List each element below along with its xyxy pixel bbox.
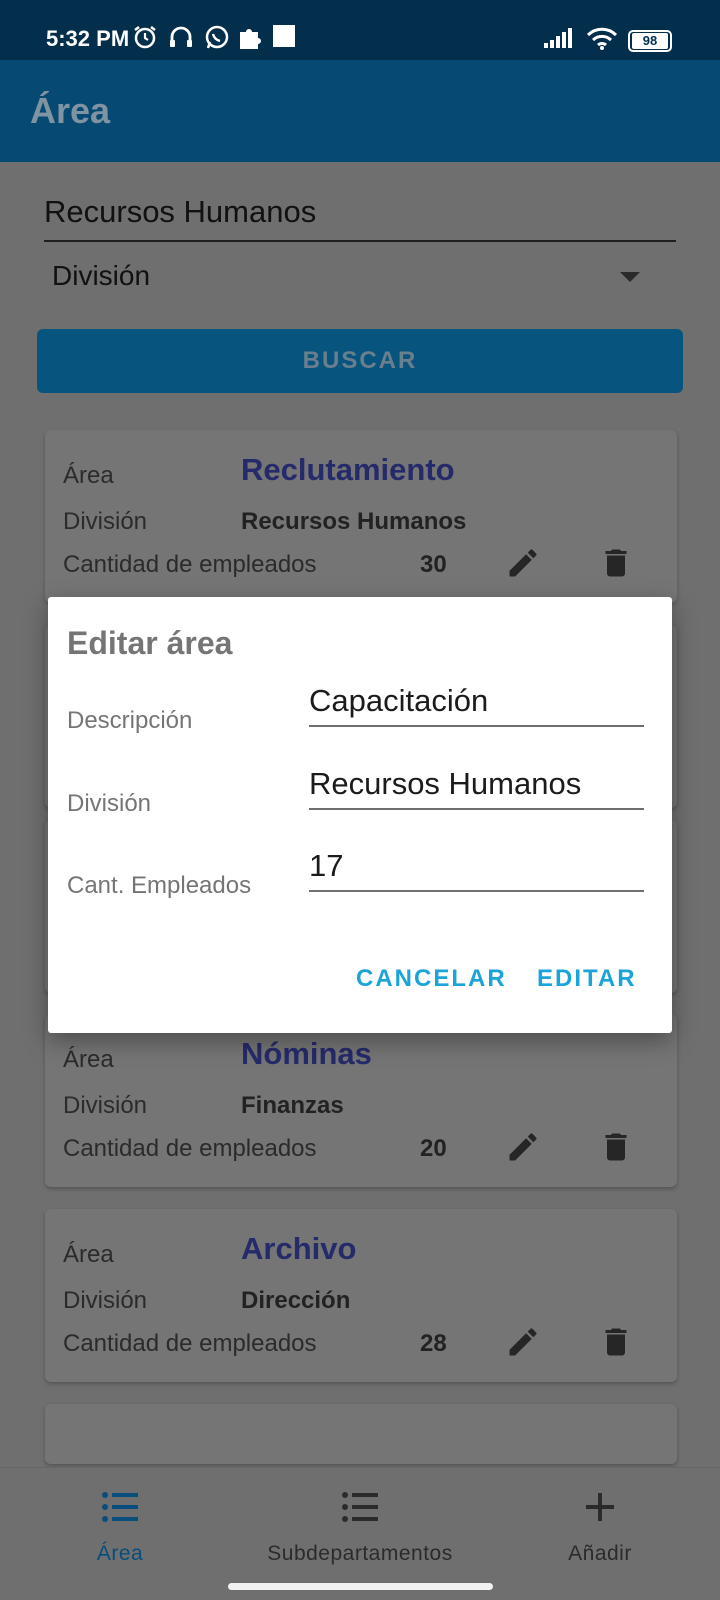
area-label: Área (63, 462, 114, 489)
notification-square-icon (272, 24, 296, 53)
nav-item-area[interactable]: Área (68, 1490, 172, 1566)
app-bar: Área (0, 60, 720, 162)
battery-icon: 98 (628, 29, 672, 52)
employees-label: Cantidad de empleados (63, 1330, 317, 1357)
employees-field-label: Cant. Empleados (67, 872, 252, 899)
employees-label: Cantidad de empleados (63, 551, 317, 578)
division-field-label: División (67, 790, 152, 817)
employees-label: Cantidad de empleados (63, 1135, 317, 1162)
division-name: Dirección (241, 1287, 351, 1314)
headset-icon (168, 24, 194, 55)
edit-pencil-icon[interactable] (505, 1324, 541, 1365)
area-label: Área (63, 1046, 114, 1073)
division-label: División (63, 1287, 148, 1314)
nav-label-area: Área (96, 1542, 144, 1565)
nav-item-subdepartamentos[interactable]: Subdepartamentos (250, 1490, 470, 1566)
area-name: Nóminas (241, 1036, 372, 1071)
area-label: Área (63, 1241, 114, 1268)
bottom-navigation: Área Subdepartamentos Añadir (0, 1467, 720, 1600)
employee-count: 28 (420, 1330, 447, 1357)
dropdown-arrow-icon (620, 272, 640, 282)
delete-trash-icon[interactable] (598, 1129, 634, 1170)
whatsapp-icon (204, 24, 230, 55)
search-button[interactable]: BUSCAR (37, 329, 683, 393)
area-card: Área División Cantidad de empleados Arch… (45, 1209, 677, 1382)
nav-label-anadir: Añadir (568, 1542, 632, 1565)
cancel-button[interactable]: CANCELAR (356, 965, 507, 993)
home-indicator[interactable] (228, 1583, 493, 1590)
nav-label-subdepartamentos: Subdepartamentos (267, 1542, 453, 1565)
employee-count: 30 (420, 551, 447, 578)
description-label: Descripción (67, 707, 193, 734)
status-bar: 5:32 PM 98 (0, 0, 720, 60)
search-input[interactable]: Recursos Humanos (44, 184, 676, 242)
area-card: Área División Cantidad de empleados Recl… (45, 430, 677, 603)
nav-item-anadir[interactable]: Añadir (548, 1490, 652, 1566)
division-dropdown[interactable]: División (52, 250, 676, 310)
page-title: Área (30, 90, 111, 131)
status-time: 5:32 PM (46, 26, 130, 51)
delete-trash-icon[interactable] (598, 1324, 634, 1365)
division-label: División (63, 508, 148, 535)
division-name: Finanzas (241, 1092, 344, 1119)
edit-pencil-icon[interactable] (505, 545, 541, 586)
edit-area-dialog: Editar área Descripción Capacitación Div… (48, 597, 672, 1033)
delete-trash-icon[interactable] (598, 545, 634, 586)
employees-field[interactable]: 17 (309, 844, 644, 892)
division-name: Recursos Humanos (241, 508, 467, 535)
battery-level: 98 (632, 32, 668, 49)
plus-icon (583, 1493, 617, 1529)
employee-count: 20 (420, 1135, 447, 1162)
edit-pencil-icon[interactable] (505, 1129, 541, 1170)
description-field[interactable]: Capacitación (309, 679, 644, 727)
division-label: División (63, 1092, 148, 1119)
list-icon (341, 1492, 379, 1529)
alarm-icon (132, 24, 158, 55)
division-dropdown-label: División (52, 260, 151, 291)
area-name: Reclutamiento (241, 452, 455, 487)
dialog-title: Editar área (67, 625, 233, 661)
list-icon (101, 1492, 139, 1529)
area-card: Área División Cantidad de empleados Nómi… (45, 1014, 677, 1187)
division-field[interactable]: Recursos Humanos (309, 762, 644, 810)
area-name: Archivo (241, 1231, 357, 1266)
wifi-icon (586, 26, 618, 55)
area-card-partial (45, 1404, 677, 1464)
edit-button[interactable]: EDITAR (537, 965, 637, 993)
puzzle-icon (238, 24, 262, 55)
signal-icon (544, 28, 576, 53)
